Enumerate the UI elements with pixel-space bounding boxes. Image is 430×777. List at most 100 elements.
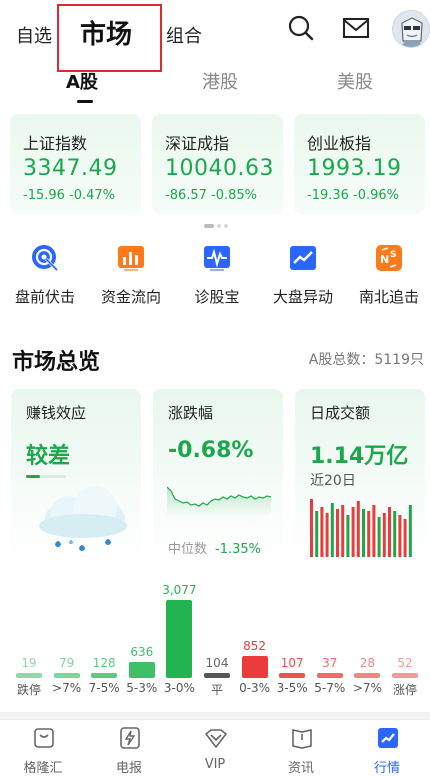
distribution-bar: [241, 656, 268, 678]
tab-label: 格隆汇: [23, 761, 63, 776]
target-icon: [32, 245, 59, 272]
distribution-bar: [392, 673, 418, 678]
svg-text:S: S: [390, 250, 396, 260]
distribution-bar-group: 3,077: [162, 580, 197, 678]
distribution-bar-group: 28: [354, 653, 381, 678]
distribution-bar: [204, 673, 230, 678]
median-value: -1.35%: [215, 542, 262, 557]
turnover-period: 近20日: [310, 473, 356, 489]
rise-fall-distribution[interactable]: 19 跌停 79 >7% 128 7-5% 636 5-3% 3,077 3-0% 104 平 852 0…: [0, 580, 430, 700]
tab-news[interactable]: 资讯: [258, 720, 344, 777]
distribution-bar: [16, 673, 42, 678]
section-title: 市场总览: [12, 350, 101, 375]
distribution-count: 52: [397, 656, 413, 670]
tab-home[interactable]: 格隆汇: [0, 720, 86, 777]
turnover-bar: [320, 507, 324, 557]
feature-label: 大盘异动: [272, 288, 333, 306]
flash-icon: [120, 727, 140, 749]
index-price: 10040.63: [165, 156, 274, 181]
rain-cloud-icon: [39, 486, 127, 551]
bar-chart-icon: [118, 246, 144, 271]
tab-label: 行情: [373, 761, 400, 776]
feature-label: 南北追击: [358, 288, 419, 306]
tab-watchlist[interactable]: 自选: [16, 22, 52, 48]
median-label: 中位数: [168, 542, 208, 557]
index-card-chinext[interactable]: 创业板指 1993.19 -19.36 -0.96%: [294, 114, 425, 214]
turnover-bar: [372, 505, 376, 557]
distribution-bar: [354, 673, 381, 678]
turnover-bar: [388, 507, 391, 557]
tab-label: VIP: [204, 757, 226, 772]
feature-label: 资金流向: [100, 288, 161, 306]
market-icon: [378, 728, 398, 748]
index-name: 上证指数: [23, 134, 88, 153]
news-icon: [292, 729, 312, 749]
distribution-bar-group: 104: [204, 653, 230, 678]
tab-portfolio[interactable]: 组合: [166, 22, 202, 48]
turnover-bar: [315, 511, 319, 557]
turnover-bar: [330, 503, 334, 557]
index-name: 深证成指: [165, 134, 230, 153]
card-title: 赚钱效应: [26, 404, 87, 422]
market-tabs: A股 港股 美股: [0, 62, 430, 106]
turnover-bar: [351, 507, 355, 557]
pulse-icon: [204, 246, 230, 271]
distribution-label: 涨停: [392, 683, 417, 697]
distribution-bar-group: 37: [316, 653, 343, 678]
distribution-bar: [279, 673, 306, 678]
card-title: 涨跌幅: [168, 404, 214, 422]
change-sparkline: [167, 486, 271, 517]
distribution-bar: [53, 673, 80, 678]
index-change: -15.96 -0.47%: [23, 188, 116, 203]
turnover-bars: [310, 499, 412, 557]
distribution-bar: [166, 600, 193, 678]
turnover-bar: [398, 515, 402, 557]
carousel-dots: [204, 224, 231, 230]
profit-effect-value: 较差: [26, 444, 71, 469]
distribution-bar-group: 852: [241, 636, 268, 678]
search-icon[interactable]: [287, 14, 315, 42]
turnover-bar: [346, 515, 350, 557]
tab-flash[interactable]: 电报: [86, 720, 172, 777]
index-card-shenzhen[interactable]: 深证成指 10040.63 -86.57 -0.85%: [152, 114, 283, 214]
index-card-shanghai[interactable]: 上证指数 3347.49 -15.96 -0.47%: [10, 114, 141, 214]
distribution-bar: [91, 673, 118, 678]
tab-us-stock[interactable]: 美股: [337, 68, 373, 94]
top-bar: 自选 市场 组合: [0, 0, 430, 72]
tab-vip[interactable]: VIP: [172, 720, 258, 777]
turnover-bar: [377, 517, 381, 557]
distribution-bar-group: 107: [279, 653, 306, 678]
mail-icon[interactable]: [342, 14, 370, 42]
feature-fund-flow[interactable]: 资金流向: [88, 243, 174, 309]
distribution-bar-group: 19: [16, 653, 42, 678]
turnover-bar: [403, 519, 407, 557]
distribution-bar-group: 52: [392, 653, 418, 678]
turnover-bar: [336, 509, 339, 557]
bottom-tab-bar: 格隆汇 电报 VIP 资讯 行情: [0, 719, 430, 777]
card-title: 日成交额: [310, 404, 371, 422]
change-value: -0.68%: [168, 438, 254, 463]
turnover-bar: [362, 509, 365, 557]
turnover-bar: [356, 501, 360, 557]
card-change[interactable]: 涨跌幅 -0.68% 中位数 -1.35%: [153, 389, 283, 564]
tab-hk-stock[interactable]: 港股: [202, 68, 238, 94]
feature-pre-market[interactable]: 盘前伏击: [2, 243, 88, 309]
feature-stock-diagnosis[interactable]: 诊股宝: [174, 243, 260, 309]
turnover-bar: [310, 499, 313, 557]
tab-a-share[interactable]: A股: [66, 68, 98, 94]
distribution-bar-group: 128: [91, 653, 118, 678]
index-price: 1993.19: [307, 156, 402, 181]
feature-label: 盘前伏击: [14, 288, 75, 306]
tab-label: 资讯: [287, 761, 314, 776]
tab-market-quotes[interactable]: 行情: [344, 720, 430, 777]
distribution-count: 636: [130, 645, 154, 659]
feature-market-alert[interactable]: 大盘异动: [260, 243, 346, 309]
feature-north-south[interactable]: N S 南北追击: [346, 243, 430, 309]
index-name: 创业板指: [307, 134, 372, 153]
trend-line-icon: [290, 246, 316, 270]
avatar[interactable]: [392, 10, 430, 48]
index-change: -19.36 -0.96%: [307, 188, 400, 203]
median-row: 中位数 -1.35%: [168, 538, 261, 557]
card-profit-effect[interactable]: 赚钱效应 较差: [11, 389, 141, 564]
card-turnover[interactable]: 日成交额 1.14万亿 近20日: [295, 389, 425, 564]
